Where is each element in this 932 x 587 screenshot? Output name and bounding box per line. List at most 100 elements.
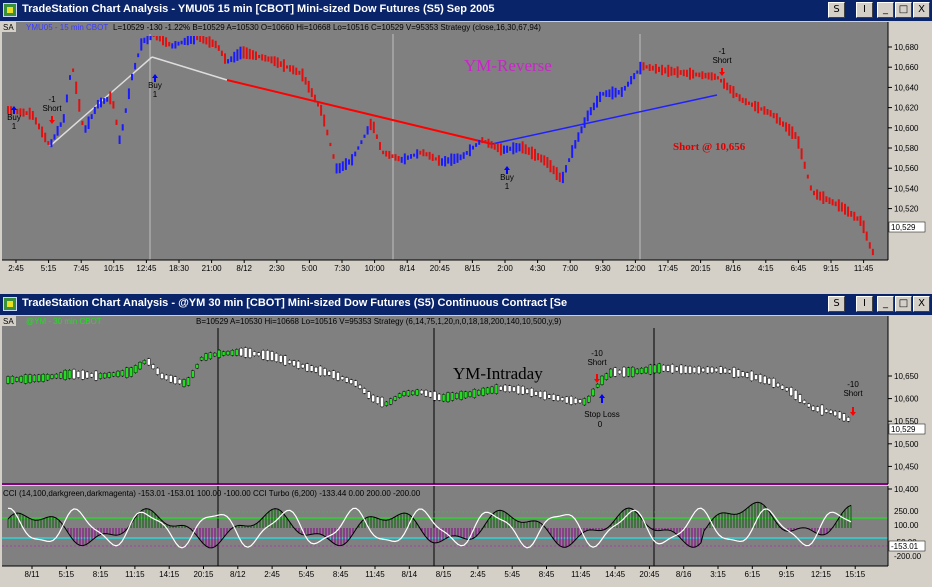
time-tick-label: 11:45 [365,570,385,579]
candle-body [802,400,807,404]
maximize-button[interactable]: □ [895,296,912,312]
candle-body [705,366,710,374]
candle-body [525,388,529,394]
candle-body [424,390,428,397]
time-tick-label: 2:00 [497,264,513,273]
candle-body [125,367,129,378]
s-button[interactable]: S [828,296,845,312]
close-button[interactable]: X [913,296,930,312]
candle-body [208,352,213,360]
candle-body [151,364,155,369]
cci-tick-label: 100.00 [894,521,919,530]
candle-body [767,378,771,385]
candle-body [824,409,829,413]
cci-readout: CCI (14,100,darkgreen,darkmagenta) -153.… [3,489,421,498]
candle-body [318,365,323,376]
chart-window-15min: TradeStation Chart Analysis - YMU05 15 m… [0,0,932,291]
title-bar[interactable]: TradeStation Chart Analysis - YMU05 15 m… [0,0,932,21]
candle-body [543,391,547,400]
price-tick-label: 10,580 [894,144,919,153]
candle-body [754,374,758,380]
candle-body [406,390,411,397]
time-tick-label: 8/16 [725,264,741,273]
price-tick-label: 10,560 [894,164,919,173]
candle-body [661,364,666,372]
candle-body [173,376,177,384]
candle-body [15,377,19,382]
close-button[interactable]: X [913,2,930,18]
i-button[interactable]: I [856,2,873,18]
candle-body [235,349,239,356]
time-tick-label: 2:30 [269,264,285,273]
candle-body [714,367,719,373]
candle-body [19,376,23,383]
last-price-label: 10,529 [891,223,916,232]
candle-body [437,393,441,401]
candle-body [50,374,54,379]
candle-body [147,358,151,366]
time-tick-label: 5:45 [504,570,520,579]
candle-body [631,366,635,377]
signal-qty: 1 [505,182,510,191]
candle-body [41,374,45,382]
time-tick-label: 4:30 [530,264,546,273]
candle-body [94,370,98,381]
candle-body [516,385,521,395]
time-tick-label: 8/12 [236,264,252,273]
candle-body [296,360,301,369]
candle-body [666,365,670,372]
time-tick-label: 11:45 [854,264,874,273]
i-button[interactable]: I [856,296,873,312]
minimize-button[interactable]: _ [877,2,894,18]
time-tick-label: 9:15 [779,570,795,579]
candle-body [793,390,798,400]
candle-body [384,401,389,406]
price-chart-15min[interactable]: SA YMU05 - 15 min CBOT L=10529 -130 -1.2… [2,22,930,289]
price-tick-label: 10,400 [894,485,919,494]
candle-body [45,374,50,381]
candle-body [428,391,433,398]
candle-body [639,367,644,374]
candle-body [59,372,63,379]
candle-body [81,369,85,380]
candle-body [771,378,776,388]
candle-body [472,389,477,398]
signal-label: Buy [148,81,162,90]
signal-qty: -10 [847,380,859,389]
candle-body [230,349,235,356]
signal-qty: -1 [48,95,56,104]
candle-body [578,399,582,404]
time-tick-label: 14:15 [159,570,180,579]
candle-body [340,376,345,380]
time-tick-label: 2:45 [264,570,280,579]
candle-body [785,387,789,392]
time-tick-label: 11:15 [125,570,145,579]
candle-body [780,385,785,390]
time-tick-label: 14:45 [605,570,626,579]
candle-body [675,366,679,372]
candle-body [697,366,701,374]
candle-body [776,382,780,388]
candle-body [287,360,292,364]
s-button[interactable]: S [828,2,845,18]
price-tick-label: 10,680 [894,43,919,52]
price-chart-30min[interactable]: SA @YM - 30 min CBOT B=10529 A=10530 Hi=… [2,316,930,582]
candle-body [727,369,732,374]
candle-body [142,360,147,364]
price-tick-label: 10,640 [894,83,919,92]
candle-body [758,374,763,383]
candle-body [688,366,692,374]
maximize-button[interactable]: □ [895,2,912,18]
app-icon [3,3,17,17]
candle-body [274,353,279,362]
status-symbol: YMU05 - 15 min CBOT [26,23,108,32]
candle-body [323,368,327,376]
candle-body [120,370,125,377]
time-tick-label: 11:45 [571,570,591,579]
candle-body [54,373,59,379]
candle-body [314,366,318,373]
candle-body [450,392,455,401]
minimize-button[interactable]: _ [877,296,894,312]
title-bar[interactable]: TradeStation Chart Analysis - @YM 30 min… [0,294,932,315]
candle-body [820,404,824,416]
